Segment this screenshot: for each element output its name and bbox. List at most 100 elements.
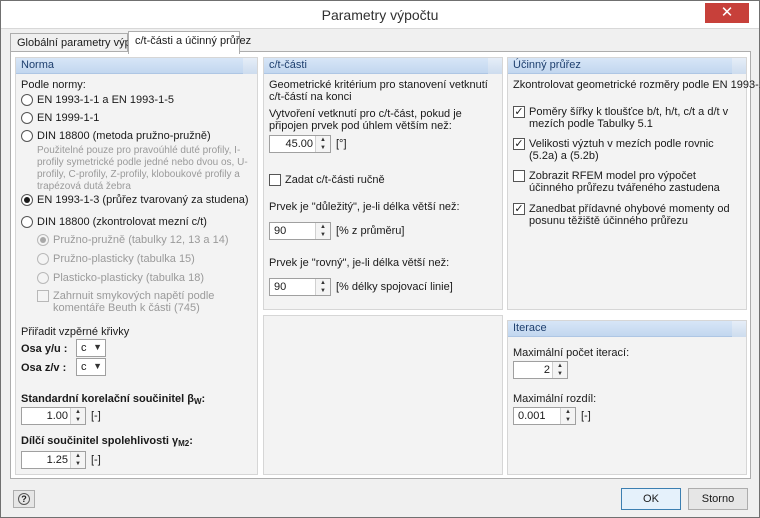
- chevron-down-icon: ▼: [93, 361, 102, 371]
- important-spinbox[interactable]: 90 ▲ ▼: [269, 222, 331, 240]
- radio-en1993-1-1[interactable]: [21, 94, 33, 106]
- close-button[interactable]: ✕: [705, 3, 749, 23]
- gamma-spinbox[interactable]: 1.25 ▲ ▼: [21, 451, 86, 469]
- checkbox-stiffener-sizes[interactable]: ✓: [513, 138, 525, 150]
- axis-zv-label: Osa z/v :: [21, 362, 67, 374]
- checkbox-show-rfem-model-label: Zobrazit RFEM model pro výpočet účinného…: [529, 170, 720, 194]
- checkbox-width-thickness[interactable]: ✓: [513, 106, 525, 118]
- spin-arrows[interactable]: ▲ ▼: [315, 136, 330, 152]
- effective-header: Účinný průřez: [508, 58, 746, 74]
- window-title: Parametry výpočtu: [321, 7, 439, 23]
- dialog-window: Parametry výpočtu ✕ Globální parametry v…: [0, 0, 760, 518]
- spin-up-icon[interactable]: ▲: [316, 136, 330, 144]
- angle-spinbox[interactable]: 45.00 ▲ ▼: [269, 135, 331, 153]
- beta-spinbox[interactable]: 1.00 ▲ ▼: [21, 407, 86, 425]
- spin-arrows[interactable]: ▲ ▼: [552, 362, 567, 378]
- straight-unit: [% délky spojovací linie]: [336, 281, 453, 293]
- spin-down-icon[interactable]: ▼: [316, 144, 330, 152]
- important-value: 90: [274, 225, 287, 237]
- spin-down-icon[interactable]: ▼: [553, 370, 567, 378]
- max-iterations-spinbox[interactable]: 2 ▲ ▼: [513, 361, 568, 379]
- axis-zv-select[interactable]: c ▼: [76, 358, 106, 376]
- header-fold-decoration: [732, 58, 746, 74]
- checkbox-manual-ct-label: Zadat c/t-části ručně: [285, 174, 385, 186]
- din-applicability-note: Použitelné pouze pro pravoúhlé duté prof…: [37, 145, 248, 192]
- checkbox-shear-stress[interactable]: [37, 290, 49, 302]
- radio-en1999[interactable]: [21, 112, 33, 124]
- axis-zv-value: c: [81, 361, 87, 373]
- checkbox-show-rfem-model[interactable]: [513, 170, 525, 182]
- spin-arrows[interactable]: ▲ ▼: [70, 408, 85, 424]
- spin-arrows[interactable]: ▲ ▼: [315, 223, 330, 239]
- spin-down-icon[interactable]: ▼: [316, 287, 330, 295]
- spin-arrows[interactable]: ▲ ▼: [315, 279, 330, 295]
- header-fold-decoration: [488, 58, 502, 74]
- ok-button[interactable]: OK: [621, 488, 681, 510]
- gamma-unit: [-]: [91, 454, 101, 466]
- title-bar: Parametry výpočtu ✕: [1, 1, 759, 29]
- radio-en1993-1-1-label: EN 1993-1-1 a EN 1993-1-5: [37, 94, 174, 106]
- header-fold-decoration: [243, 58, 257, 74]
- radio-en1999-label: EN 1999-1-1: [37, 112, 100, 124]
- checkbox-neglect-moments[interactable]: ✓: [513, 203, 525, 215]
- spin-up-icon[interactable]: ▲: [316, 279, 330, 287]
- effective-header-label: Účinný průřez: [513, 59, 581, 71]
- spin-arrows[interactable]: ▲ ▼: [560, 408, 575, 424]
- spin-down-icon[interactable]: ▼: [71, 460, 85, 468]
- radio-elastic-plastic[interactable]: [37, 253, 49, 265]
- group-norma: Norma Podle normy: EN 1993-1-1 a EN 1993…: [15, 57, 258, 475]
- beta-label-colon: :: [201, 393, 206, 405]
- tab-panel: Norma Podle normy: EN 1993-1-1 a EN 1993…: [10, 51, 760, 479]
- help-icon: ?: [18, 493, 30, 505]
- ct-header: c/t-části: [264, 58, 502, 74]
- beta-label: Standardní korelační součinitel βW:: [21, 393, 205, 406]
- spin-arrows[interactable]: ▲ ▼: [70, 452, 85, 468]
- radio-din18800-ct[interactable]: [21, 216, 33, 228]
- radio-plastic-plastic[interactable]: [37, 272, 49, 284]
- gamma-label-text: Dílčí součinitel spolehlivosti γ: [21, 435, 179, 447]
- axis-yu-label: Osa y/u :: [21, 343, 68, 355]
- radio-en1993-1-3[interactable]: [21, 194, 33, 206]
- cancel-button[interactable]: Storno: [688, 488, 748, 510]
- spin-down-icon[interactable]: ▼: [316, 231, 330, 239]
- checkbox-manual-ct[interactable]: [269, 174, 281, 186]
- spin-down-icon[interactable]: ▼: [71, 416, 85, 424]
- tab-ct-effective[interactable]: c/t-části a účinný průřez: [128, 31, 251, 54]
- axis-yu-select[interactable]: c ▼: [76, 339, 106, 357]
- radio-din18800-elastic-label: DIN 18800 (metoda pružno-pružně): [37, 130, 211, 142]
- group-effective-section: Účinný průřez Zkontrolovat geometrické r…: [507, 57, 760, 310]
- radio-elastic-elastic[interactable]: [37, 234, 49, 246]
- beta-label-subscript: W: [193, 397, 202, 406]
- checkbox-neglect-moments-label: Zanedbat přídavné ohybové momenty od pos…: [529, 203, 730, 227]
- help-button[interactable]: ?: [13, 490, 35, 508]
- max-difference-spinbox[interactable]: 0.001 ▲ ▼: [513, 407, 576, 425]
- effective-intro: Zkontrolovat geometrické rozměry podle E…: [513, 79, 760, 91]
- norma-header: Norma: [16, 58, 257, 74]
- spin-up-icon[interactable]: ▲: [316, 223, 330, 231]
- gamma-label-colon: :: [189, 435, 193, 447]
- radio-din18800-ct-label: DIN 18800 (zkontrolovat mezní c/t): [37, 216, 207, 228]
- important-label: Prvek je "důležitý", je-li délka větší n…: [269, 201, 460, 213]
- checkbox-width-thickness-label: Poměry šířky k tloušťce b/t, h/t, c/t a …: [529, 106, 729, 130]
- angle-unit: [°]: [336, 138, 347, 150]
- beta-value: 1.00: [46, 410, 68, 422]
- group-iteration: Iterace Maximální počet iterací: 2 ▲ ▼ Ma…: [507, 320, 747, 475]
- spin-up-icon[interactable]: ▲: [71, 408, 85, 416]
- beta-unit: [-]: [91, 410, 101, 422]
- spin-up-icon[interactable]: ▲: [561, 408, 575, 416]
- max-iterations-value: 2: [543, 364, 550, 376]
- max-difference-value: 0.001: [518, 410, 546, 422]
- gamma-label: Dílčí součinitel spolehlivosti γM2:: [21, 435, 193, 448]
- radio-din18800-elastic[interactable]: [21, 130, 33, 142]
- max-difference-label: Maximální rozdíl:: [513, 393, 597, 405]
- spin-down-icon[interactable]: ▼: [561, 416, 575, 424]
- straight-spinbox[interactable]: 90 ▲ ▼: [269, 278, 331, 296]
- group-ct: c/t-části Geometrické kritérium pro stan…: [263, 57, 503, 310]
- radio-plastic-plastic-label: Plasticko-plasticky (tabulka 18): [53, 272, 205, 284]
- angle-value: 45.00: [285, 138, 313, 150]
- max-difference-unit: [-]: [581, 410, 591, 422]
- radio-elastic-elastic-label: Pružno-pružně (tabulky 12, 13 a 14): [53, 234, 229, 246]
- spin-up-icon[interactable]: ▲: [553, 362, 567, 370]
- straight-label: Prvek je "rovný", je-li délka větší než:: [269, 257, 450, 269]
- spin-up-icon[interactable]: ▲: [71, 452, 85, 460]
